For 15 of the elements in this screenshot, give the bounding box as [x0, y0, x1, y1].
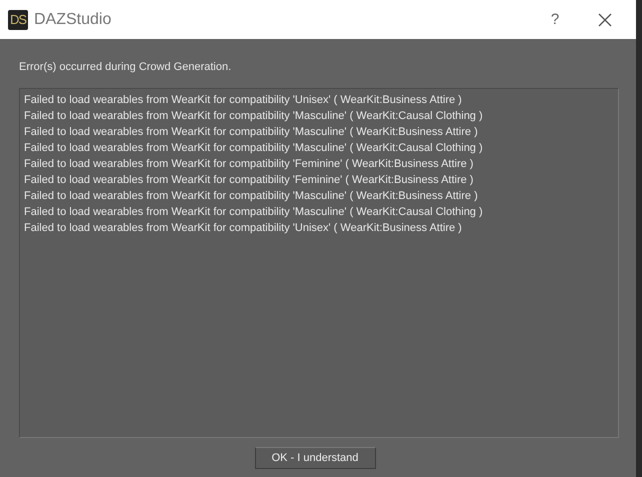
close-icon[interactable] [597, 12, 613, 28]
log-line: Failed to load wearables from WearKit for compatibility 'Masculine' ( WearKit:Business Attire ) [24, 189, 479, 204]
app-logo: DS [8, 10, 28, 30]
log-line: Failed to load wearables from WearKit for compatibility 'Masculine' ( WearKit:Causal Clothing ) [24, 141, 484, 156]
log-line: Failed to load wearables from WearKit for compatibility 'Masculine' ( WearKit:Business Attire ) [24, 125, 479, 140]
log-line: Failed to load wearables from WearKit for compatibility 'Masculine' ( WearKit:Causal Clothing ) [24, 205, 484, 220]
log-line: Failed to load wearables from WearKit for compatibility 'Masculine' ( WearKit:Causal Clothing ) [24, 109, 484, 124]
error-message: Error(s) occurred during Crowd Generation. [19, 61, 232, 73]
help-button[interactable]: ? [535, 11, 575, 28]
log-line: Failed to load wearables from WearKit for compatibility 'Feminine' ( WearKit:Business Attire ) [24, 157, 474, 172]
log-line: Failed to load wearables from WearKit for compatibility 'Unisex' ( WearKit:Business Attire ) [24, 93, 463, 108]
log-line: Failed to load wearables from WearKit for compatibility 'Feminine' ( WearKit:Business Attire ) [24, 173, 474, 188]
ok-button[interactable]: OK - I understand [254, 447, 376, 469]
window-title: DAZStudio [34, 10, 112, 28]
log-line: Failed to load wearables from WearKit for compatibility 'Unisex' ( WearKit:Business Attire ) [24, 221, 463, 236]
